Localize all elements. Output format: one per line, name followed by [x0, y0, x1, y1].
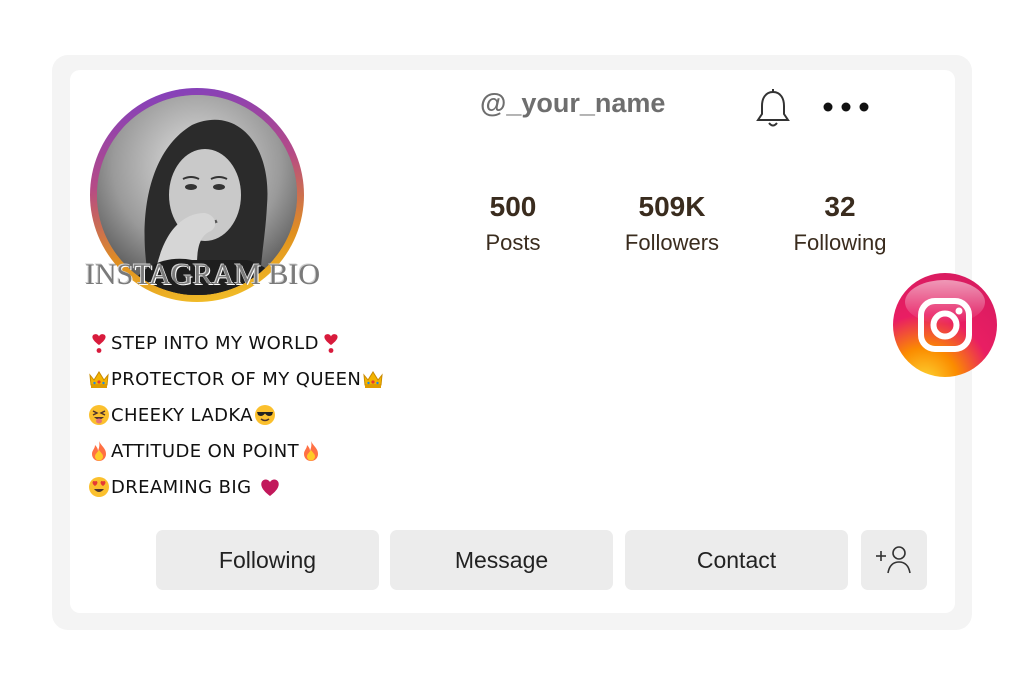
- username: @_your_name: [480, 88, 666, 118]
- following-button[interactable]: Following: [156, 530, 379, 590]
- crown-icon: [363, 371, 383, 388]
- instagram-bio-watermark: INSTAGRAM BIO: [85, 258, 321, 291]
- crown-icon: [89, 371, 109, 388]
- bio-text: DREAMING BIG: [111, 477, 258, 498]
- heart-exclamation-icon: [324, 334, 338, 353]
- stat-value: 509K: [638, 191, 706, 222]
- bell-icon[interactable]: [754, 88, 792, 130]
- stat-label: Followers: [624, 230, 720, 255]
- sunglasses-face-icon: [254, 405, 275, 425]
- bio: STEP INTO MY WORLD PROTECTOR OF MY QUEEN: [87, 326, 385, 506]
- bio-line: ATTITUDE ON POINT: [87, 434, 385, 470]
- heart-eyes-face-icon: [89, 477, 109, 497]
- stat-posts[interactable]: 500 Posts: [438, 190, 588, 256]
- fire-icon: [92, 441, 106, 461]
- bio-line: CHEEKY LADKA: [87, 398, 385, 434]
- bio-line: PROTECTOR OF MY QUEEN: [87, 362, 385, 398]
- more-options-icon[interactable]: [820, 92, 872, 122]
- contact-button[interactable]: Contact: [625, 530, 848, 590]
- stat-value: 500: [489, 191, 537, 222]
- bio-line: STEP INTO MY WORLD: [87, 326, 385, 362]
- stat-label: Following: [793, 230, 887, 255]
- instagram-logo: [893, 273, 997, 377]
- bio-text: STEP INTO MY WORLD: [111, 333, 319, 354]
- stat-following[interactable]: 32 Following: [765, 190, 915, 256]
- bio-text: PROTECTOR OF MY QUEEN: [111, 369, 362, 390]
- bio-text: CHEEKY LADKA: [111, 405, 253, 426]
- stat-label: Posts: [485, 230, 541, 255]
- bio-line: DREAMING BIG: [87, 470, 385, 506]
- stat-followers[interactable]: 509K Followers: [597, 190, 747, 256]
- bio-text: ATTITUDE ON POINT: [111, 441, 299, 462]
- fire-icon: [303, 441, 318, 461]
- heart-exclamation-icon: [92, 334, 106, 353]
- squinting-tongue-face-icon: [89, 405, 109, 425]
- stat-value: 32: [824, 191, 856, 222]
- message-button[interactable]: Message: [390, 530, 613, 590]
- add-user-button[interactable]: [861, 530, 927, 590]
- add-user-icon: [876, 546, 911, 574]
- red-heart-icon: [260, 479, 279, 496]
